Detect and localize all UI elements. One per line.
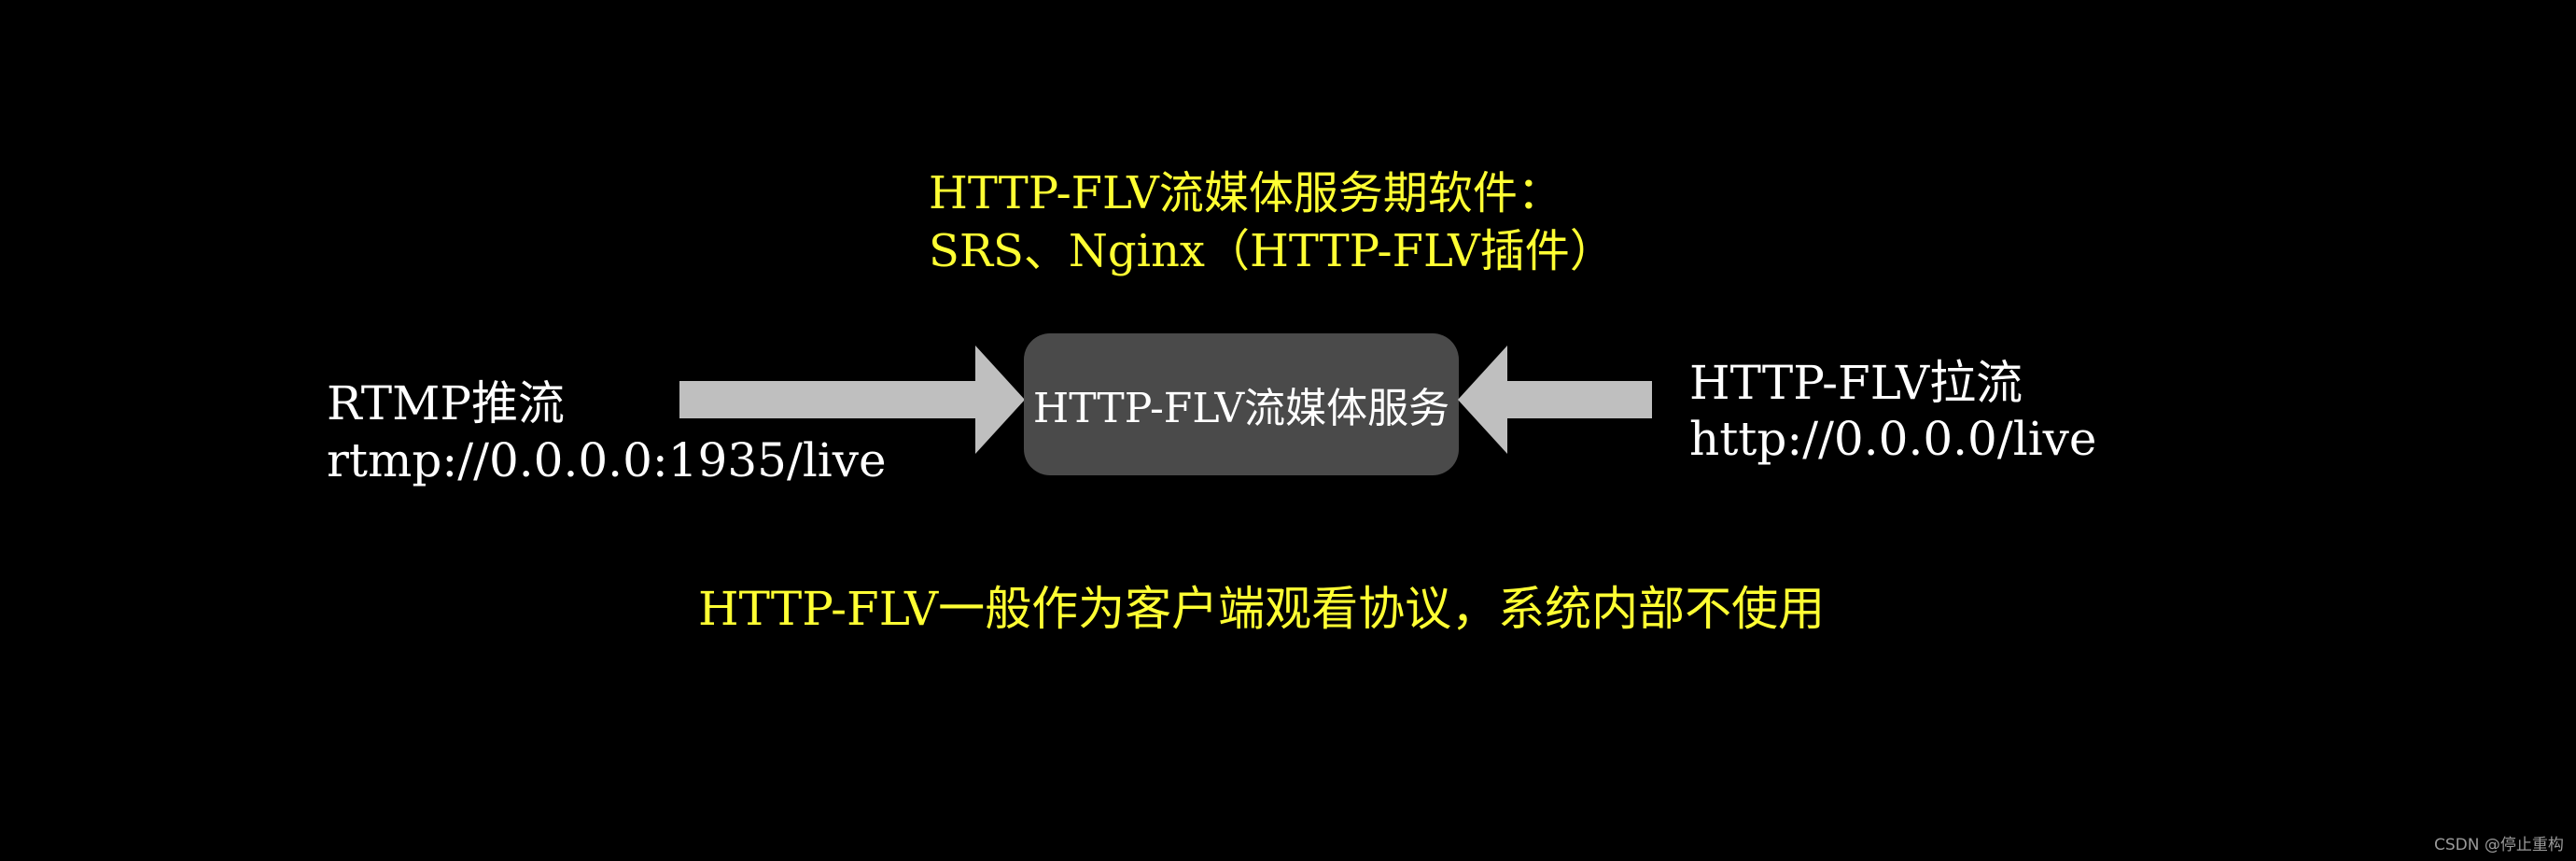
- push-label: RTMP推流: [327, 376, 565, 430]
- pull-label: HTTP-FLV拉流: [1689, 356, 2023, 410]
- software-list: SRS、Nginx（HTTP-FLV插件）: [929, 225, 1615, 277]
- push-arrow: [679, 346, 1025, 454]
- server-label: HTTP-FLV流媒体服务: [1032, 385, 1450, 432]
- watermark: CSDN @停止重构: [2434, 836, 2564, 854]
- pull-arrow: [1458, 346, 1652, 454]
- usage-note: HTTP-FLV一般作为客户端观看协议，系统内部不使用: [698, 582, 1826, 636]
- streaming-server-box: HTTP-FLV流媒体服务: [1024, 333, 1459, 475]
- pull-url: http://0.0.0.0/live: [1689, 412, 2097, 466]
- software-title: HTTP-FLV流媒体服务期软件：: [929, 167, 1562, 219]
